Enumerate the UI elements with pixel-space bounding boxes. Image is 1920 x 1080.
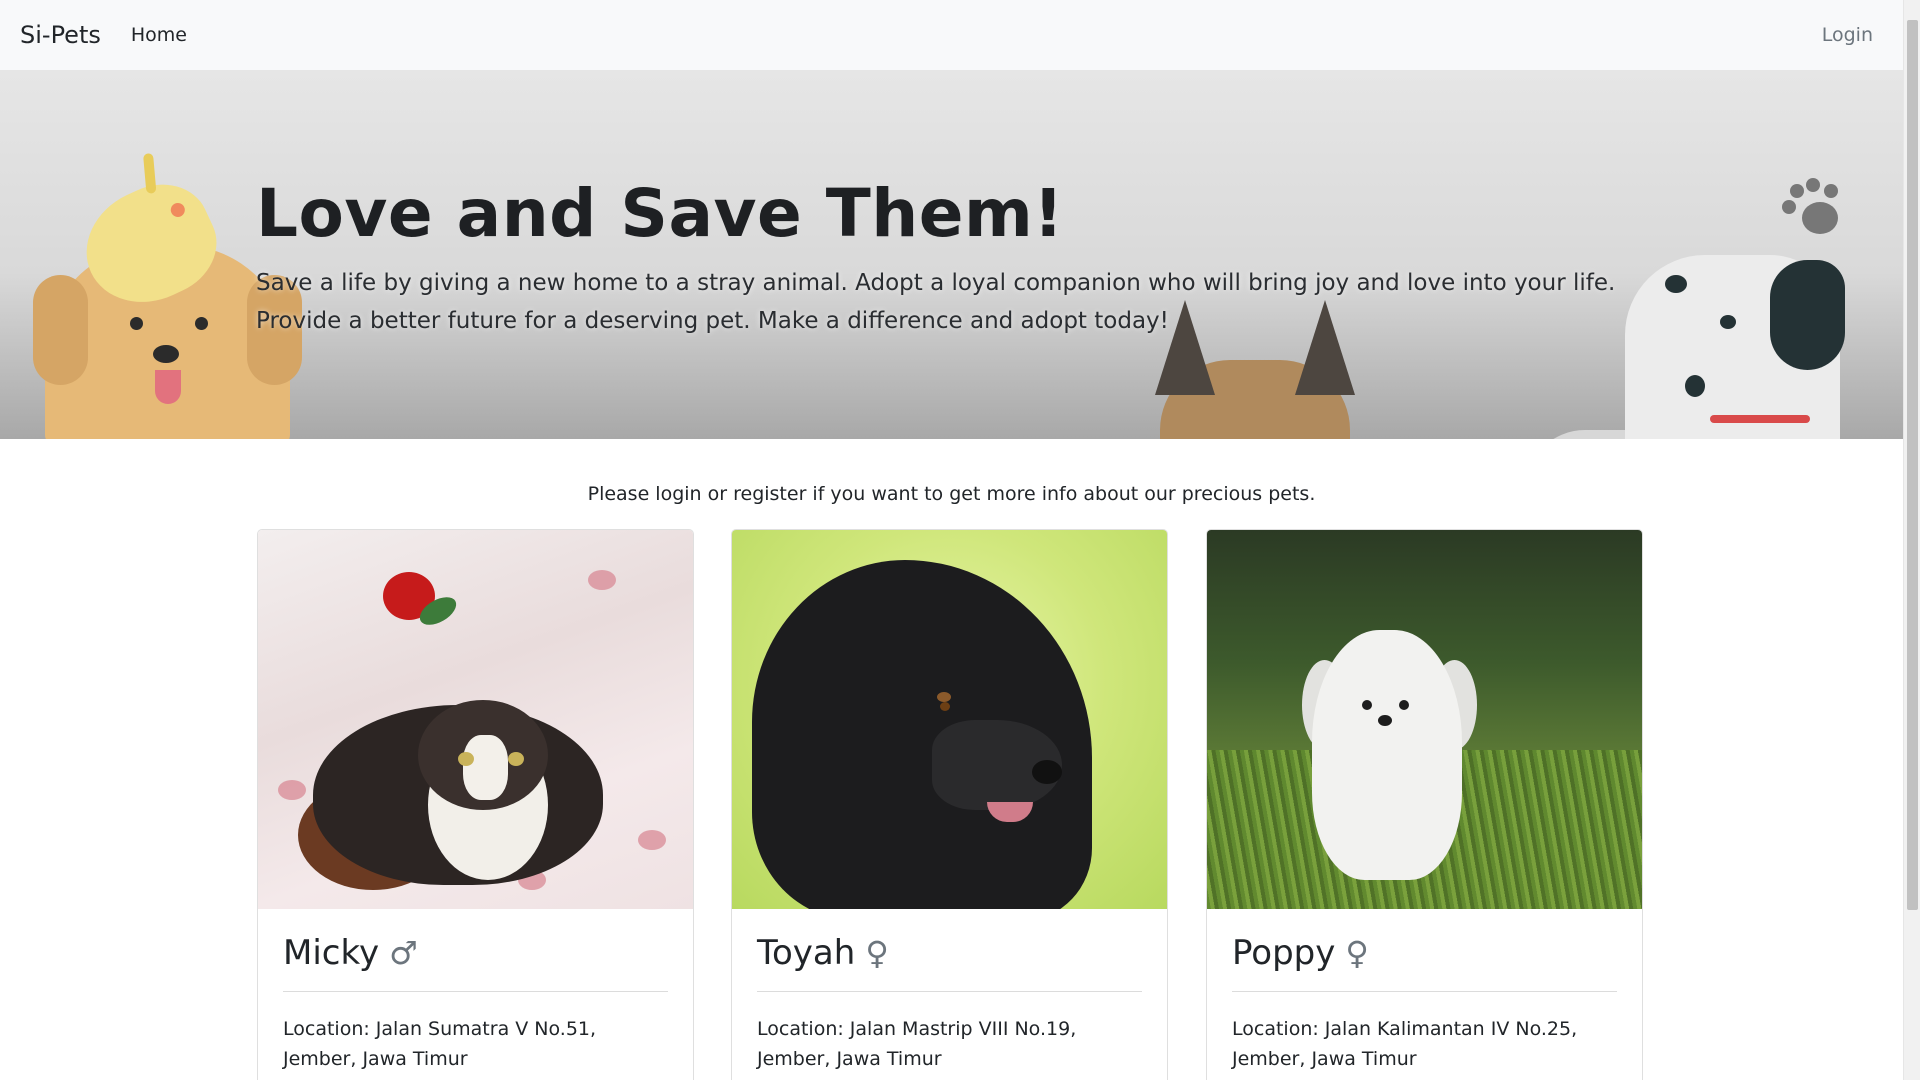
pet-location: Location: Jalan Sumatra V No.51, Jember,… xyxy=(283,1018,597,1070)
male-icon: ♂ xyxy=(389,934,418,972)
dog-photo xyxy=(732,530,1167,909)
female-icon: ♀ xyxy=(865,934,889,972)
pet-card[interactable]: Micky ♂ Location: Jalan Sumatra V No.51,… xyxy=(257,529,694,1080)
hero-banner: ♥ Love and Save Them! Save a life by giv… xyxy=(0,70,1903,439)
pet-name: Poppy xyxy=(1232,933,1336,973)
navbar: Si-Pets Home Login xyxy=(0,0,1903,70)
puppy-photo xyxy=(1207,530,1642,909)
pet-location: Location: Jalan Mastrip VIII No.19, Jemb… xyxy=(757,1018,1077,1070)
hero-description: Save a life by giving a new home to a st… xyxy=(256,270,1616,334)
cat-photo xyxy=(258,530,693,909)
nav-login-link[interactable]: Login xyxy=(1822,24,1883,46)
vertical-scrollbar[interactable] xyxy=(1903,0,1920,1080)
hero-content: Love and Save Them! Save a life by givin… xyxy=(256,175,1656,340)
pet-card[interactable]: Toyah ♀ Location: Jalan Mastrip VIII No.… xyxy=(731,529,1168,1080)
pet-card[interactable]: Poppy ♀ Location: Jalan Kalimantan IV No… xyxy=(1206,529,1643,1080)
german-shepherd-illustration xyxy=(1155,300,1355,439)
female-icon: ♀ xyxy=(1345,934,1369,972)
dalmatian-illustration xyxy=(1625,255,1845,439)
pet-location: Location: Jalan Kalimantan IV No.25, Jem… xyxy=(1232,1018,1578,1070)
pet-name: Toyah xyxy=(757,933,856,973)
brand-link[interactable]: Si-Pets xyxy=(20,21,101,49)
paw-print-icon xyxy=(1782,178,1842,240)
pet-name: Micky xyxy=(283,933,380,973)
scrollbar-thumb[interactable] xyxy=(1907,20,1918,910)
login-prompt-text: Please login or register if you want to … xyxy=(587,483,1316,505)
nav-home-link[interactable]: Home xyxy=(131,24,187,46)
hero-title: Love and Save Them! xyxy=(256,175,1064,252)
